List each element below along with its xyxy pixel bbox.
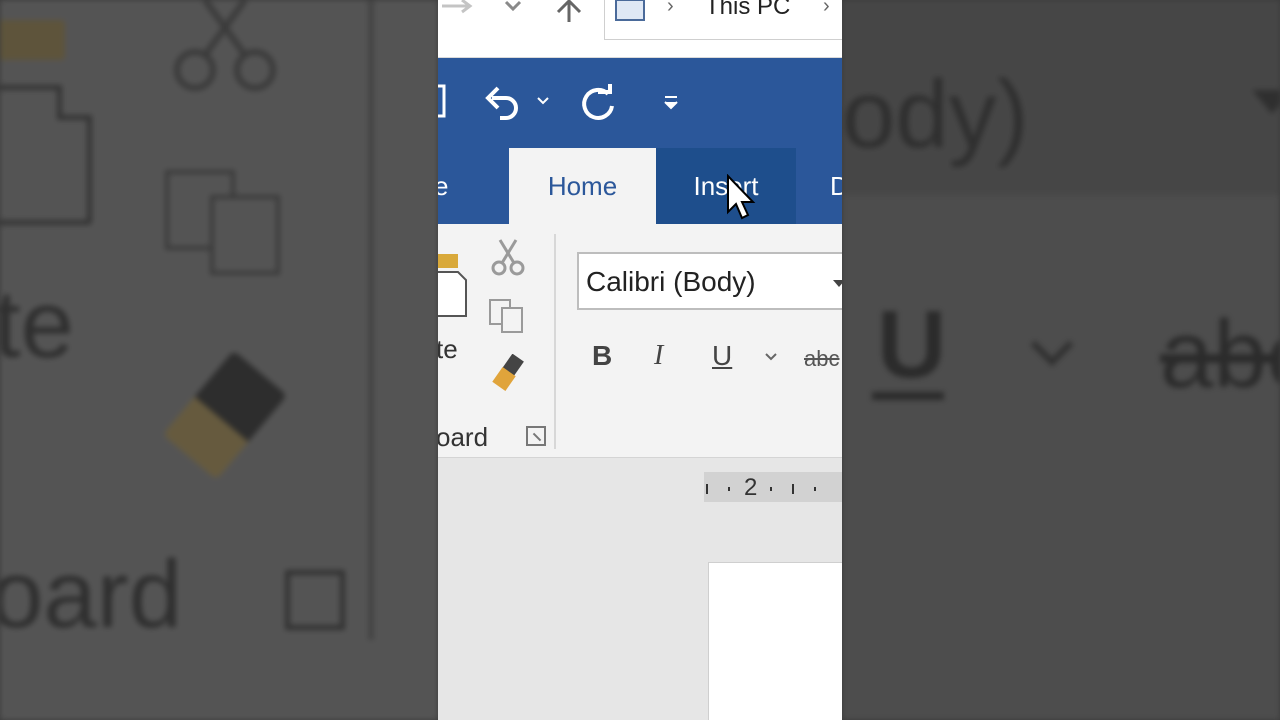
ruler-tick — [814, 487, 816, 491]
underline-bar — [872, 392, 944, 400]
copy-icon[interactable] — [488, 298, 526, 334]
video-frame: te oard ody) U abe — [0, 0, 1280, 720]
clipboard-launcher-icon[interactable] — [526, 426, 546, 446]
zoomed-clipboard-label: oard — [0, 541, 183, 648]
blurred-background-left: te oard — [0, 0, 438, 720]
home-ribbon: te oard Calibri (Body) B I U abc — [438, 224, 842, 458]
group-separator — [554, 234, 556, 449]
horizontal-ruler[interactable]: 2 — [704, 472, 842, 502]
font-dropdown-arrow-icon[interactable] — [833, 280, 842, 287]
quick-access-toolbar — [438, 58, 842, 148]
dialog-launcher-icon — [285, 570, 345, 630]
up-arrow-icon[interactable] — [552, 0, 586, 22]
mouse-pointer-icon — [727, 174, 756, 220]
chevron-down-icon — [1030, 323, 1074, 367]
zoomed-strikethrough: abe — [1160, 301, 1280, 408]
clipboard-group-label: oard — [438, 422, 489, 452]
copy-icon-front — [210, 195, 280, 275]
paste-button-label[interactable]: te — [438, 334, 458, 365]
word-window: › This PC › e Home Insert D te oard Cali… — [438, 0, 842, 720]
format-painter-icon — [162, 350, 288, 480]
this-pc-icon — [615, 0, 645, 21]
document-page[interactable] — [708, 562, 842, 720]
blurred-background-right: ody) U abe — [842, 0, 1280, 720]
paste-clipboard-icon — [0, 20, 65, 60]
ruler-tick — [728, 487, 730, 491]
dropdown-arrow-icon — [1252, 90, 1280, 114]
bold-button[interactable]: B — [592, 340, 612, 372]
font-name-value: Calibri (Body) — [586, 266, 756, 297]
address-field[interactable]: › This PC › — [604, 0, 842, 40]
recent-locations-icon[interactable] — [502, 0, 524, 14]
zoomed-font-name: ody) — [842, 61, 1029, 168]
customize-quick-access-icon[interactable] — [662, 94, 680, 112]
breadcrumb-separator: › — [823, 0, 830, 17]
ribbon-tabs: e Home Insert D — [438, 148, 842, 224]
explorer-address-bar: › This PC › — [438, 0, 842, 58]
paste-document-icon — [0, 85, 92, 225]
tab-home[interactable]: Home — [509, 148, 656, 224]
tab-design[interactable]: D — [830, 148, 842, 224]
group-separator — [368, 0, 374, 640]
format-painter-icon[interactable] — [490, 354, 530, 394]
undo-icon[interactable] — [482, 84, 522, 120]
underline-dropdown-icon[interactable] — [764, 352, 778, 362]
paste-icon[interactable] — [438, 248, 470, 320]
ruler-tick — [792, 484, 794, 494]
strikethrough-button[interactable]: abc — [804, 346, 839, 372]
breadcrumb-separator: › — [667, 0, 674, 17]
tab-file[interactable]: e — [438, 148, 464, 224]
ruler-tick — [706, 484, 708, 494]
underline-button[interactable]: U — [712, 340, 732, 372]
forward-arrow-icon[interactable] — [440, 0, 476, 20]
ruler-tick — [770, 487, 772, 491]
zoomed-paste-label: te — [0, 271, 75, 378]
redo-icon[interactable] — [580, 84, 618, 122]
undo-dropdown-icon[interactable] — [536, 96, 550, 106]
save-icon[interactable] — [438, 84, 448, 118]
font-name-combobox[interactable]: Calibri (Body) — [577, 252, 842, 310]
zoomed-underline: U — [877, 291, 947, 398]
cut-icon[interactable] — [490, 238, 526, 278]
cut-icon — [174, 0, 276, 91]
ruler-number: 2 — [744, 474, 758, 501]
italic-button[interactable]: I — [654, 340, 663, 372]
document-area: 2 — [438, 458, 842, 720]
breadcrumb-this-pc[interactable]: This PC — [705, 0, 790, 21]
